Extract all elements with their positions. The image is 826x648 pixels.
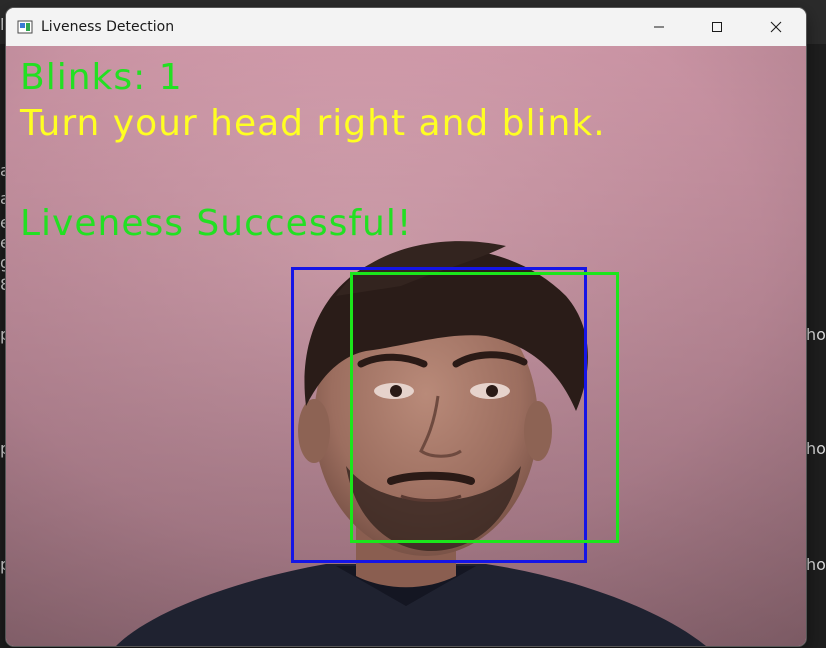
instruction-text: Turn your head right and blink. bbox=[20, 103, 606, 144]
liveness-status-text: Liveness Successful! bbox=[20, 203, 413, 244]
close-button[interactable] bbox=[747, 8, 805, 46]
blinks-counter: Blinks: 1 bbox=[20, 57, 183, 98]
opencv-window-icon bbox=[17, 19, 33, 35]
background-text-fragment: ho bbox=[806, 325, 826, 344]
window-title: Liveness Detection bbox=[41, 19, 175, 35]
minimize-icon bbox=[653, 18, 665, 37]
window-titlebar[interactable]: Liveness Detection bbox=[6, 8, 806, 46]
minimize-button[interactable] bbox=[630, 8, 688, 46]
liveness-detection-window[interactable]: Liveness Detection Blinks: 1 Turn your h… bbox=[6, 8, 806, 646]
maximize-button[interactable] bbox=[688, 8, 746, 46]
maximize-icon bbox=[711, 18, 723, 37]
background-text-fragment: ho bbox=[806, 555, 826, 574]
background-text-fragment: ho bbox=[806, 439, 826, 458]
close-icon bbox=[770, 18, 782, 37]
camera-feed: Blinks: 1 Turn your head right and blink… bbox=[6, 46, 806, 646]
